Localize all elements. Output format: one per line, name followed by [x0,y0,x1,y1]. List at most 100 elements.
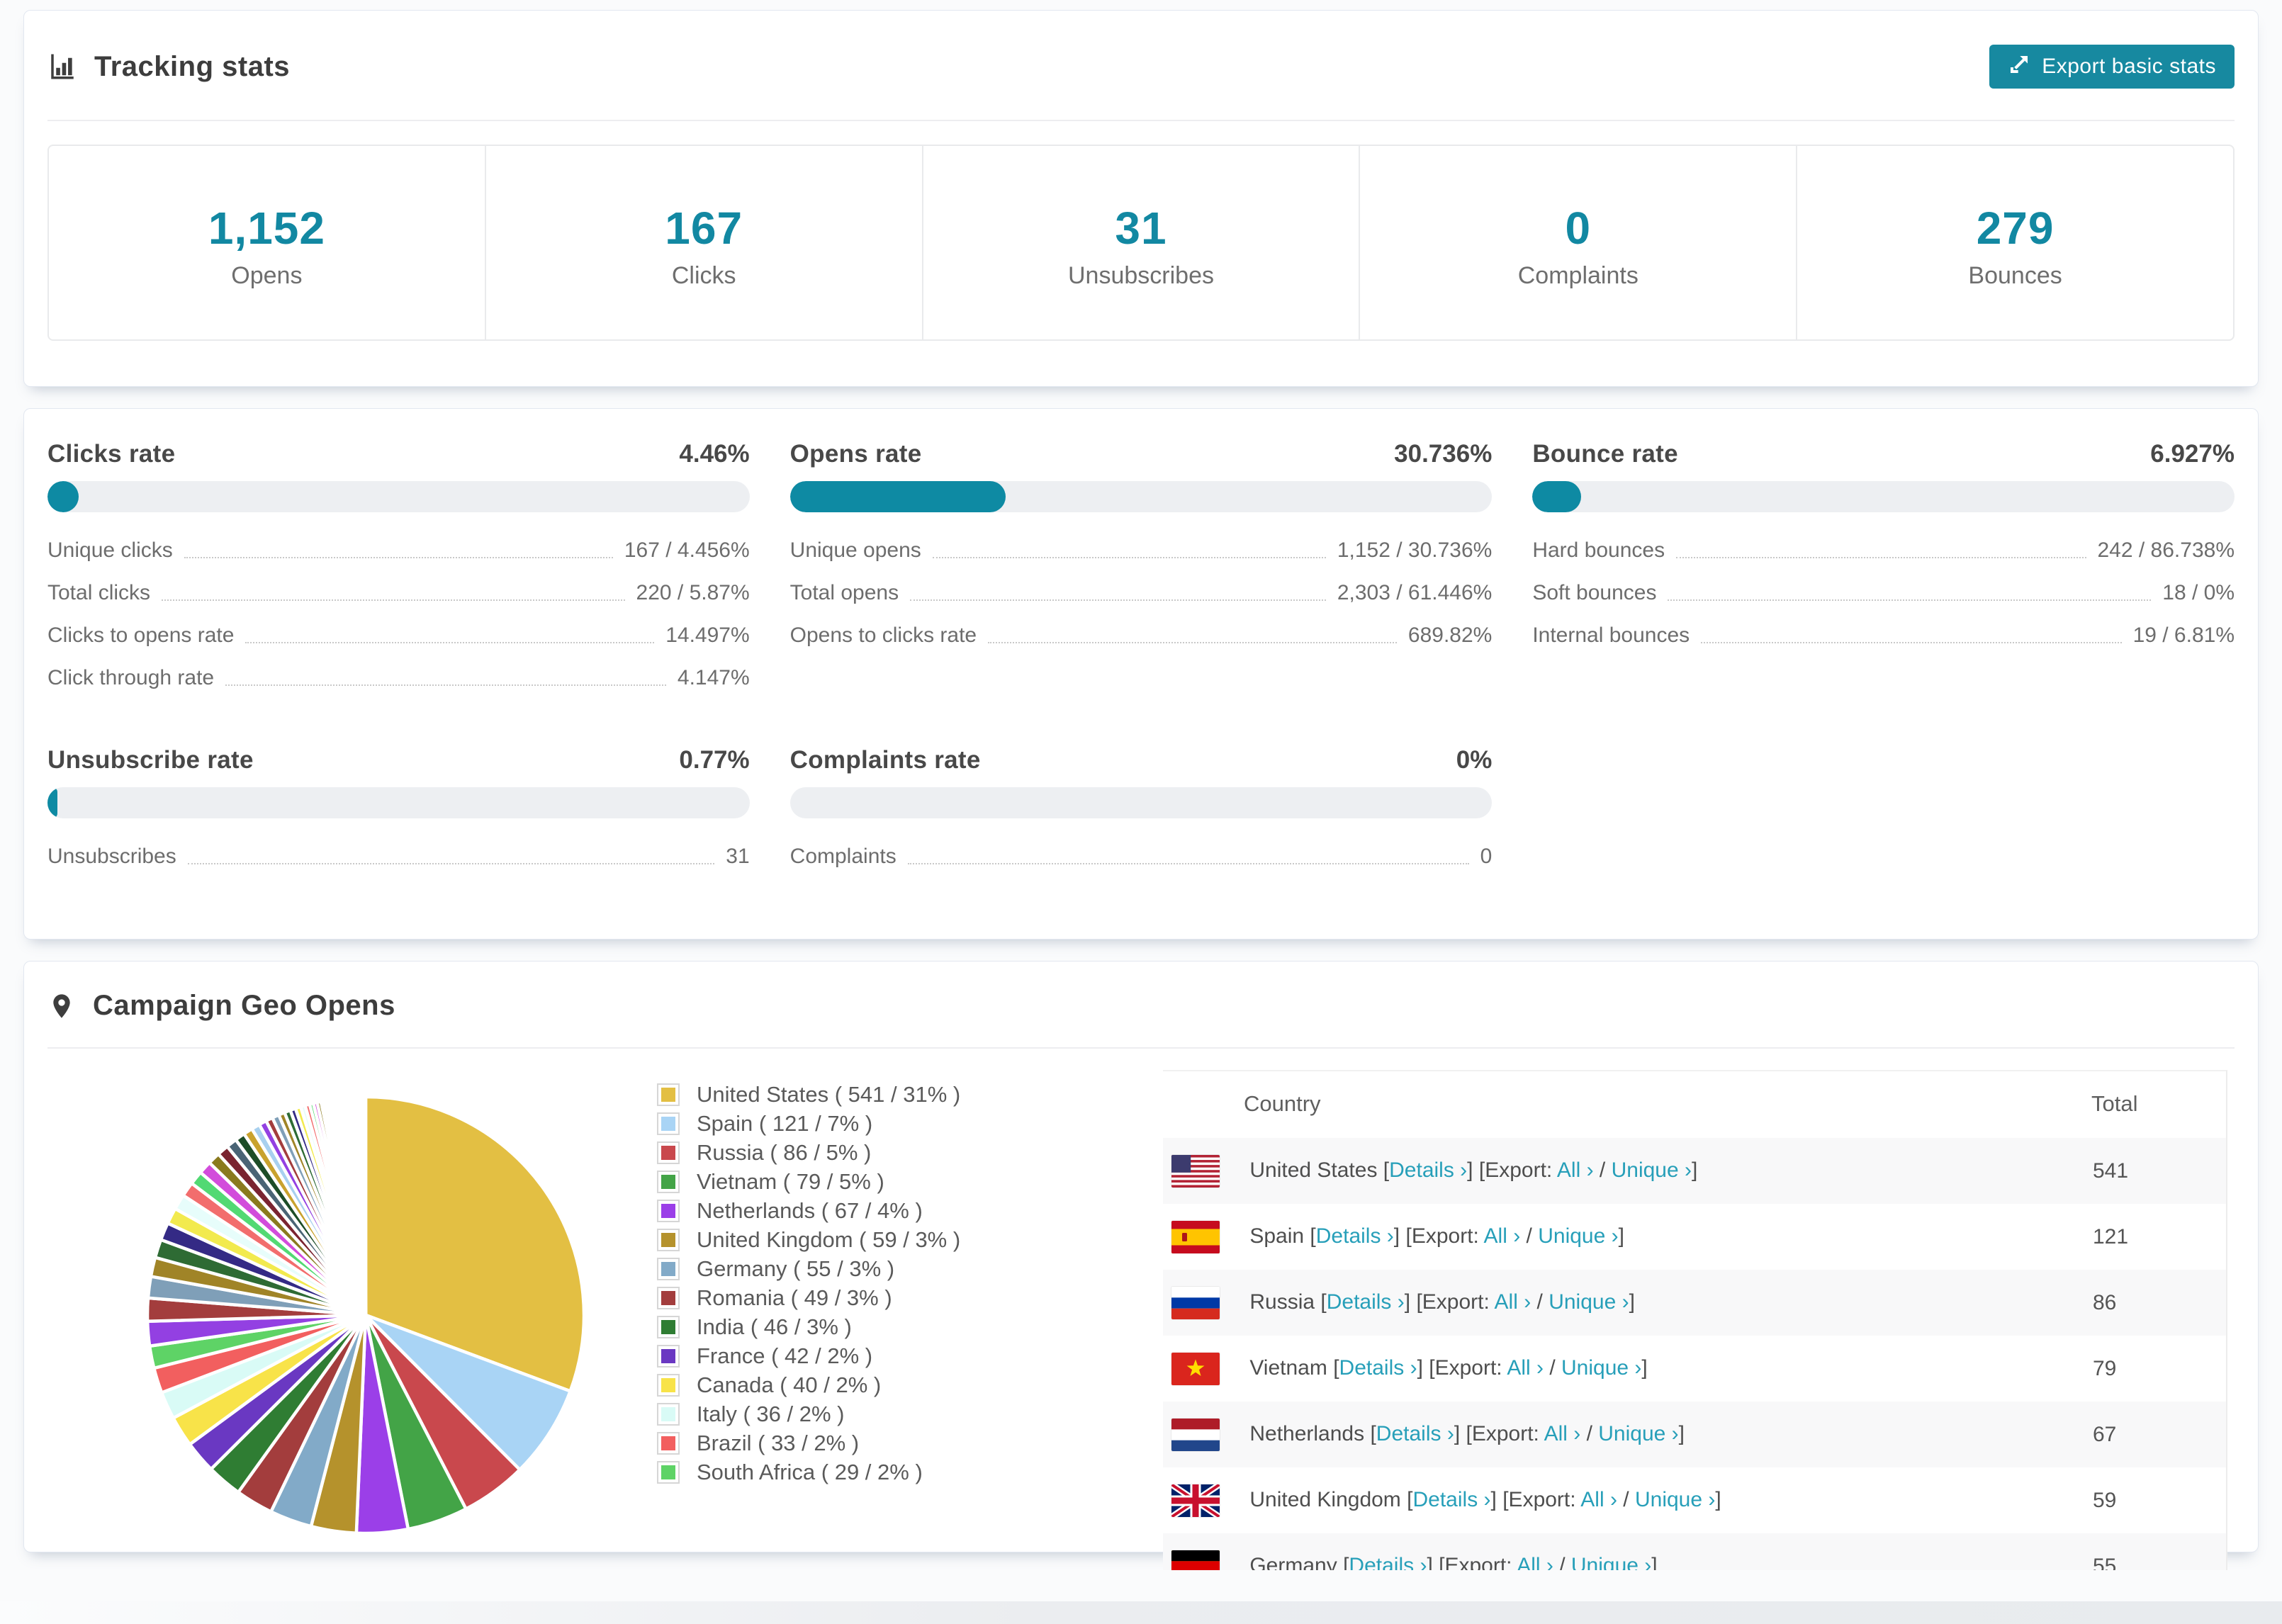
legend-label: Canada ( 40 / 2% ) [697,1372,882,1397]
table-row-vietnam: Vietnam [Details ›] [Export: All › / Uni… [1163,1336,2226,1402]
details-link[interactable]: Details › [1316,1224,1394,1247]
export-all-link[interactable]: All › [1484,1224,1521,1247]
stat-label: Bounces [1968,262,2062,289]
export-basic-stats-label: Export basic stats [2042,55,2216,78]
vn-flag-icon [1171,1352,1220,1385]
country-column-header: Country [1244,1091,1321,1116]
legend-label: India ( 46 / 3% ) [697,1314,852,1339]
country-name: United Kingdom [1249,1487,1401,1511]
dotted-leader [162,599,625,601]
export-unique-link[interactable]: Unique › [1561,1355,1641,1379]
de-flag-icon [1171,1550,1220,1570]
total-cell: 59 [2093,1488,2117,1512]
export-unique-link[interactable]: Unique › [1598,1421,1678,1445]
rate-value: 30.736% [1394,440,1493,468]
legend-item-germany: Germany ( 55 / 3% ) [657,1256,960,1281]
country-name: Vietnam [1249,1355,1327,1380]
legend-label: South Africa ( 29 / 2% ) [697,1460,923,1484]
legend-label: Netherlands ( 67 / 4% ) [697,1198,923,1223]
rate-progress-fill [1532,481,1581,512]
export-unique-link[interactable]: Unique › [1571,1553,1651,1570]
table-row-russia: Russia [Details ›] [Export: All › / Uniq… [1163,1270,2226,1336]
legend-item-france: France ( 42 / 2% ) [657,1343,960,1368]
details-link[interactable]: Details › [1327,1290,1405,1313]
legend-label: United States ( 541 / 31% ) [697,1082,961,1107]
country-name: United States [1249,1158,1378,1182]
geo-opens-header: Campaign Geo Opens [47,962,2235,1047]
legend-swatch [657,1316,680,1338]
country-name: Spain [1249,1224,1305,1248]
dotted-leader [907,863,1469,864]
rate-row: Unique opens 1,152 / 30.736% [789,538,1493,562]
legend-swatch [657,1258,680,1280]
details-link[interactable]: Details › [1376,1421,1454,1445]
stat-cell-bounces: 279 Bounces [1796,146,2233,339]
legend-swatch [657,1141,680,1164]
details-link[interactable]: Details › [1339,1355,1417,1379]
rate-block-unsubscribe: Unsubscribe rate 0.77% Unsubscribes 31 [47,746,750,871]
legend-swatch [657,1403,680,1426]
legend-label: Vietnam ( 79 / 5% ) [697,1169,884,1194]
total-cell: 86 [2093,1290,2117,1314]
export-all-link[interactable]: All › [1507,1355,1544,1379]
legend-item-canada: Canada ( 40 / 2% ) [657,1372,960,1397]
stat-value: 0 [1565,203,1592,254]
export-unique-link[interactable]: Unique › [1548,1290,1629,1313]
rate-row: Internal bounces 19 / 6.81% [1532,624,2235,647]
export-basic-stats-button[interactable]: Export basic stats [1989,45,2235,89]
stat-value: 31 [1115,203,1167,254]
legend-item-united-states: United States ( 541 / 31% ) [657,1082,961,1107]
stat-label: Unsubscribes [1068,262,1214,289]
summary-stats-box: 1,152 Opens 167 Clicks 31 Unsubscribes 0… [47,145,2235,341]
rate-row: Soft bounces 18 / 0% [1532,581,2235,604]
details-link[interactable]: Details › [1389,1158,1467,1181]
export-unique-link[interactable]: Unique › [1612,1158,1692,1181]
us-flag-icon [1171,1154,1220,1188]
dotted-leader [1668,599,2152,601]
dotted-leader [245,642,655,643]
dotted-leader [910,599,1326,601]
tracking-stats-title: Tracking stats [47,51,290,83]
legend-swatch [657,1200,680,1222]
legend-swatch [657,1287,680,1309]
rate-title: Complaints rate [789,746,981,774]
export-all-link[interactable]: All › [1557,1158,1594,1181]
geo-opens-panel: Campaign Geo Opens United States ( 541 /… [23,961,2259,1570]
stat-cell-opens: 1,152 Opens [49,146,485,339]
dotted-leader [184,557,613,558]
legend-item-south-africa: South Africa ( 29 / 2% ) [657,1460,960,1484]
geo-opens-body: United States ( 541 / 31% ) Spain ( 121 … [47,1049,2235,1570]
total-cell: 541 [2093,1158,2129,1183]
rate-progress-track [789,787,1493,818]
rate-progress-fill [47,787,57,818]
rate-block-bounce: Bounce rate 6.927% Hard bounces 242 / 86… [1532,440,2235,692]
table-row-germany: Germany [Details ›] [Export: All › / Uni… [1163,1533,2226,1570]
geo-opens-title-text: Campaign Geo Opens [93,990,395,1021]
dotted-leader [225,684,666,686]
country-name: Germany [1249,1553,1337,1570]
export-all-link[interactable]: All › [1495,1290,1531,1313]
export-all-link[interactable]: All › [1544,1421,1581,1445]
geo-opens-pie-chart [139,1088,592,1542]
export-all-link[interactable]: All › [1517,1553,1553,1570]
legend-label: Spain ( 121 / 7% ) [697,1111,873,1136]
rate-progress-fill [47,481,79,512]
legend-item-brazil: Brazil ( 33 / 2% ) [657,1431,960,1455]
legend-swatch [657,1229,680,1251]
total-column-header: Total [2091,1091,2138,1116]
stat-label: Complaints [1517,262,1639,289]
rate-row: Complaints 0 [789,845,1493,868]
details-link[interactable]: Details › [1349,1553,1427,1570]
rate-value: 6.927% [2150,440,2235,468]
legend-swatch [657,1374,680,1397]
export-unique-link[interactable]: Unique › [1538,1224,1618,1247]
rate-row: Total clicks 220 / 5.87% [47,581,750,604]
legend-swatch [657,1461,680,1484]
details-link[interactable]: Details › [1413,1487,1491,1511]
map-pin-icon [47,992,76,1020]
legend-swatch [657,1171,680,1193]
export-unique-link[interactable]: Unique › [1635,1487,1715,1511]
legend-swatch [657,1083,680,1106]
dotted-leader [932,557,1326,558]
export-all-link[interactable]: All › [1580,1487,1617,1511]
